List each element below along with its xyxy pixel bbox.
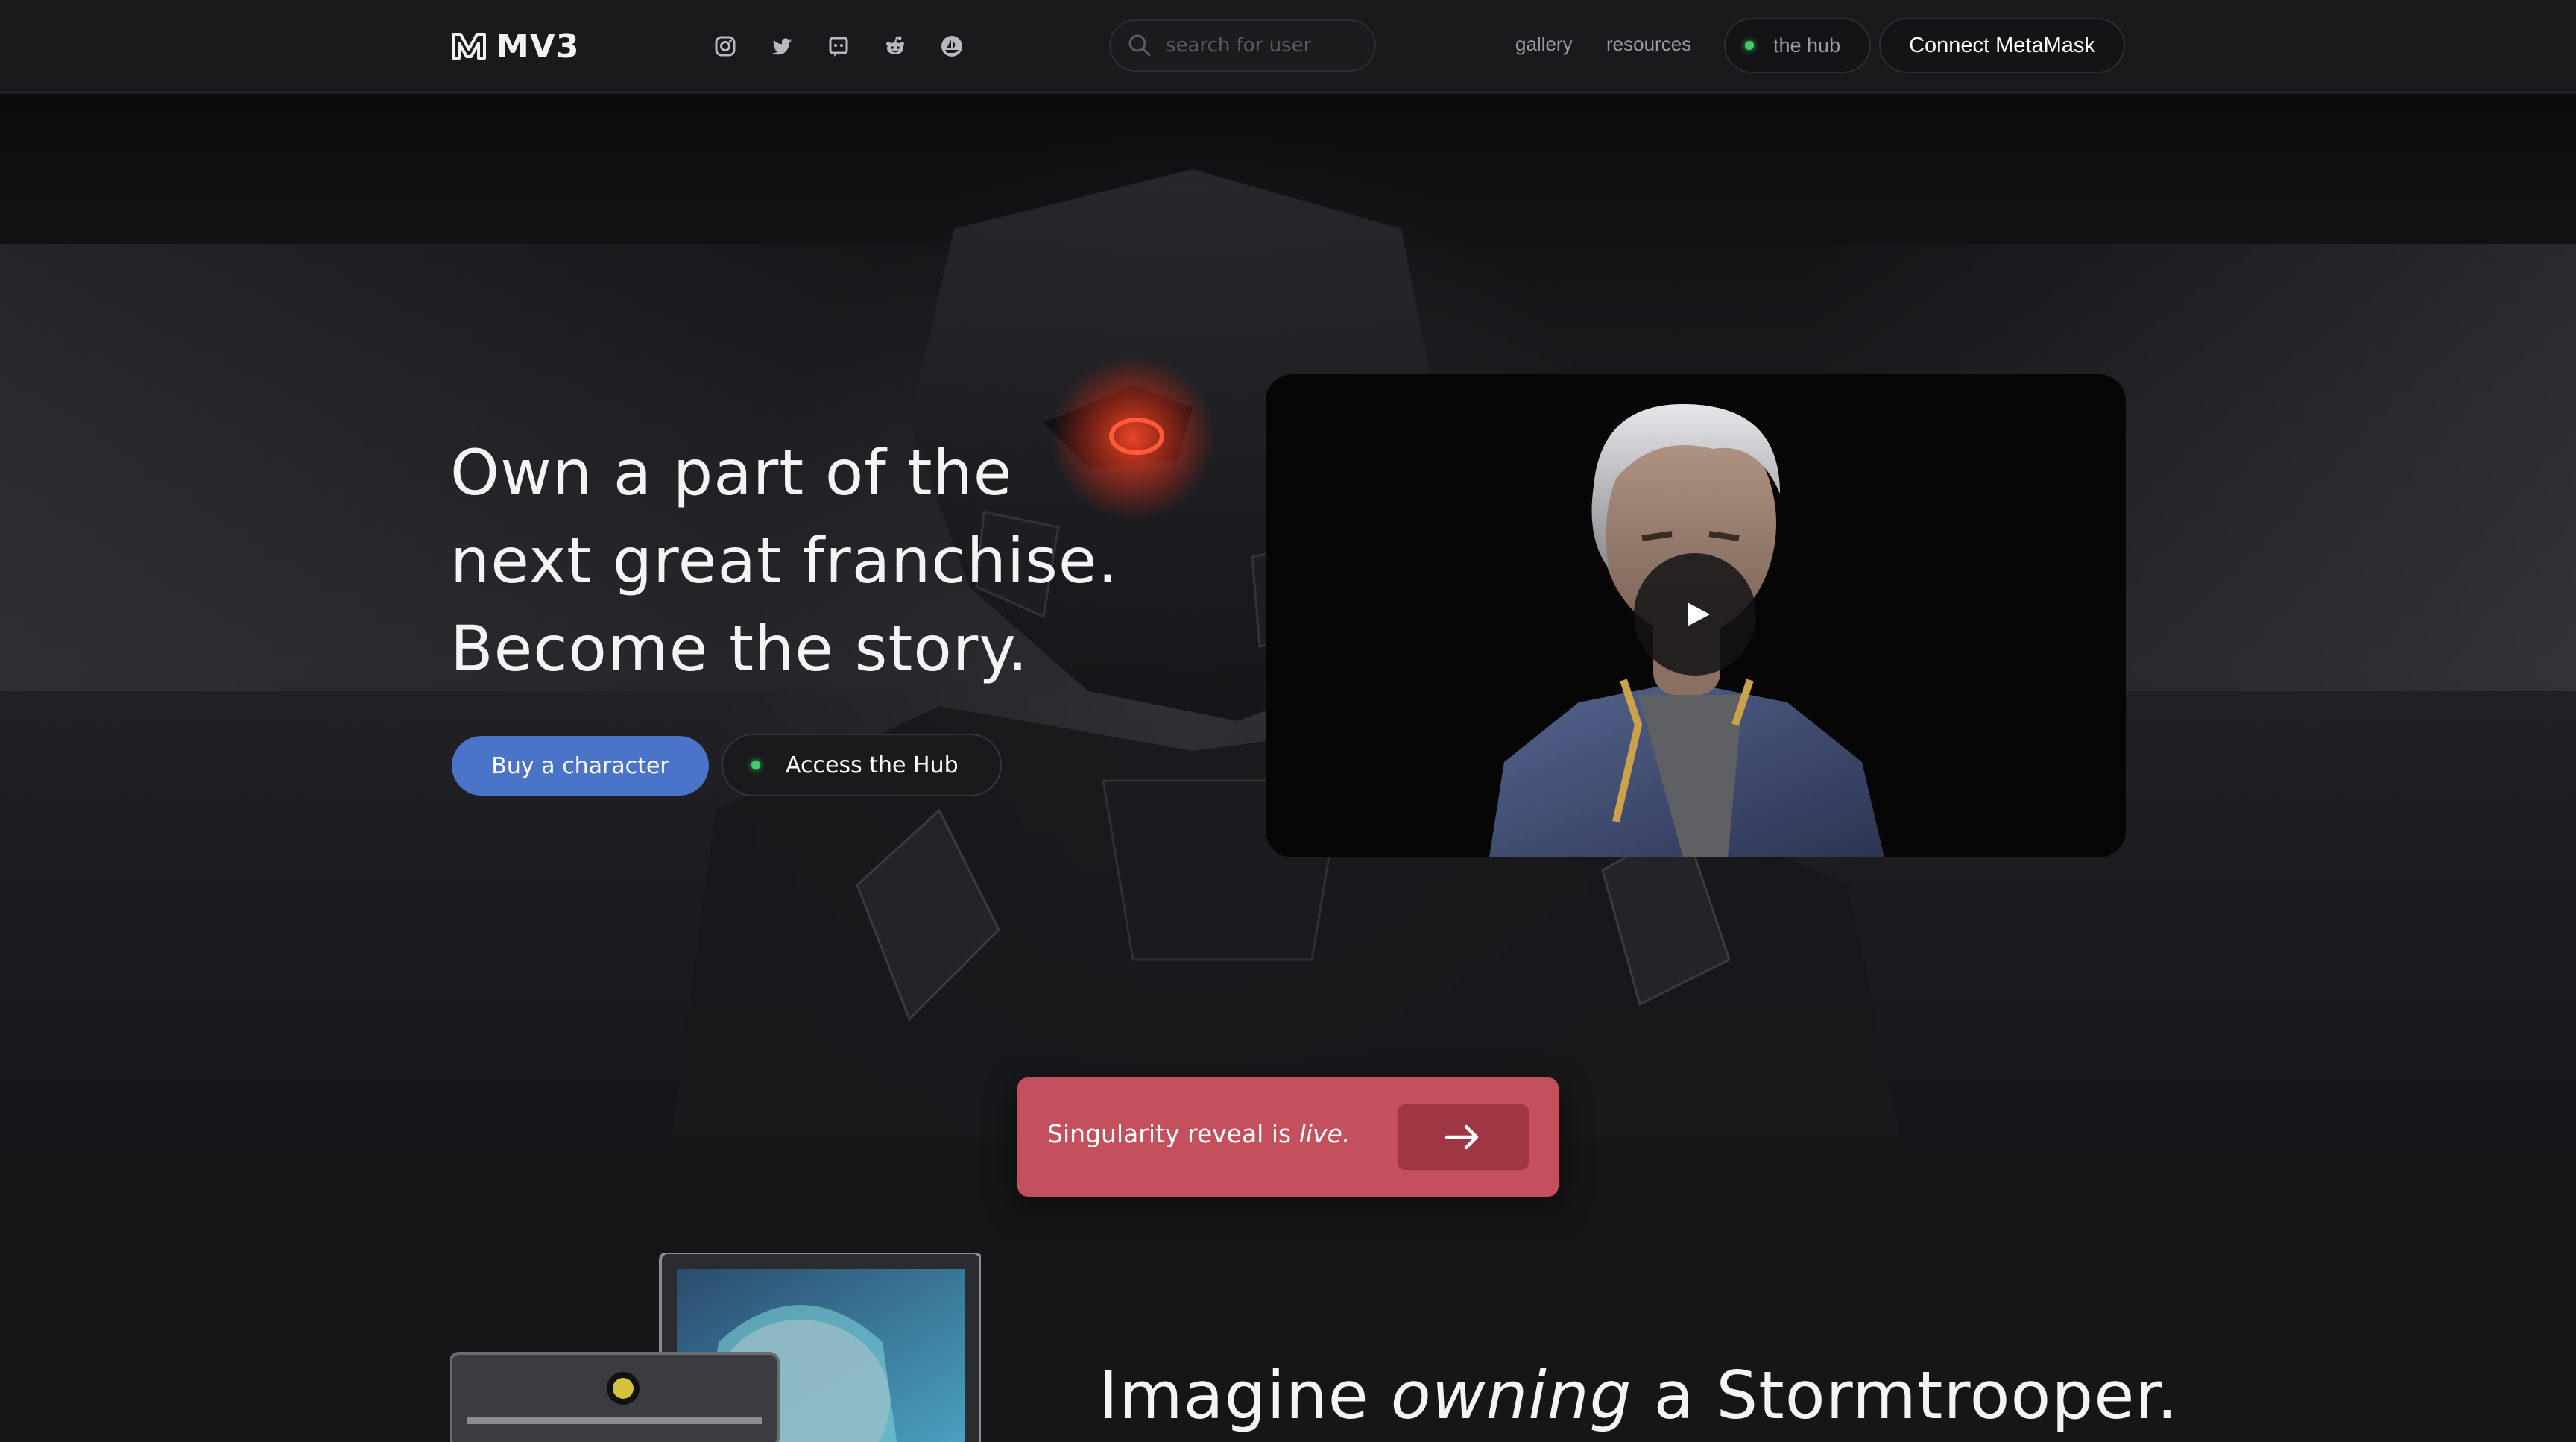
the-hub-label: the hub	[1773, 34, 1841, 57]
nav-link-resources[interactable]: resources	[1606, 33, 1691, 56]
singularity-banner[interactable]: Singularity reveal is live.	[1017, 1077, 1559, 1197]
discord-icon[interactable]	[825, 33, 852, 60]
social-links	[712, 30, 965, 63]
collectible-card-image	[449, 1251, 982, 1442]
search-icon	[1128, 34, 1151, 57]
hero-headline: Own a part of the next great franchise. …	[450, 429, 1196, 693]
arrow-right-icon	[1445, 1124, 1479, 1150]
headline-line-3: Become the story.	[450, 612, 1029, 685]
mv3-logo-icon	[452, 33, 486, 60]
the-hub-button[interactable]: the hub	[1724, 18, 1871, 73]
headline-line-1: Own a part of the	[450, 436, 1013, 509]
opensea-icon[interactable]	[938, 33, 965, 60]
hero-section: Own a part of the next great franchise. …	[0, 95, 2576, 1137]
buy-character-button[interactable]: Buy a character	[452, 736, 709, 796]
banner-arrow-button[interactable]	[1398, 1104, 1529, 1170]
play-icon	[1688, 602, 1710, 626]
online-status-dot	[751, 761, 760, 769]
section-title: Imagine owning a Stormtrooper.	[1099, 1357, 2178, 1434]
banner-text-emphasis: live.	[1298, 1119, 1351, 1148]
nav-link-gallery[interactable]: gallery	[1515, 33, 1573, 56]
banner-text-prefix: Singularity reveal is	[1047, 1119, 1299, 1148]
twitter-icon[interactable]	[768, 33, 795, 60]
online-status-dot	[1745, 41, 1754, 50]
access-hub-button[interactable]: Access the Hub	[722, 734, 1002, 796]
title-emphasis: owning	[1390, 1357, 1632, 1434]
instagram-icon[interactable]	[712, 33, 739, 60]
trailer-video[interactable]	[1266, 374, 2126, 857]
reddit-icon[interactable]	[882, 33, 909, 60]
search-input[interactable]	[1166, 34, 1360, 57]
top-nav: MV3 gallery resources the hub Connect Me…	[0, 0, 2576, 93]
connect-metamask-button[interactable]: Connect MetaMask	[1879, 18, 2125, 73]
play-button[interactable]	[1634, 553, 1756, 676]
title-suffix: a Stormtrooper.	[1632, 1357, 2179, 1434]
user-search[interactable]	[1109, 19, 1376, 72]
access-hub-label: Access the Hub	[786, 752, 959, 778]
headline-line-2: next great franchise.	[450, 524, 1119, 597]
title-prefix: Imagine	[1099, 1357, 1391, 1434]
logo[interactable]: MV3	[450, 27, 579, 66]
logo-text: MV3	[496, 27, 580, 66]
banner-text: Singularity reveal is live.	[1047, 1119, 1350, 1148]
